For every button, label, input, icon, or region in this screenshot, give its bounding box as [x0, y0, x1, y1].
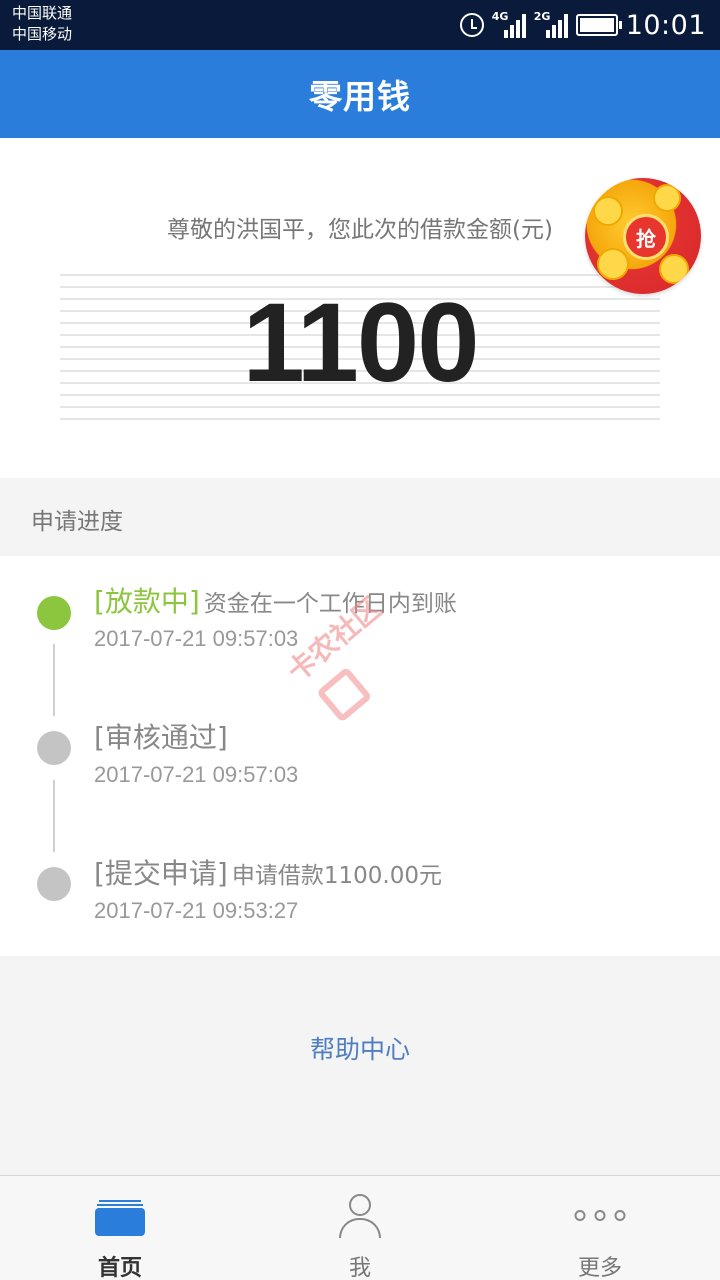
nav-label-home: 首页 [97, 1256, 142, 1280]
timeline-connector [53, 780, 55, 852]
progress-timeline: [放款中] 资金在一个工作日内到账 2017-07-21 09:57:03 [审核… [0, 556, 720, 956]
nav-item-more[interactable]: 更多 [480, 1176, 720, 1280]
status-bar: 中国联通 中国移动 4G 2G 10:01 [0, 0, 720, 50]
person-icon [337, 1194, 383, 1238]
nav-item-me[interactable]: 我 [240, 1176, 480, 1280]
loan-amount-card: 尊敬的洪国平，您此次的借款金额(元) 1100 抢 [0, 138, 720, 478]
step-status-tag: [审核通过] [94, 721, 228, 754]
carrier-1: 中国联通 [12, 4, 73, 22]
timeline-dot-active [37, 596, 71, 630]
timeline-step-title: [放款中] 资金在一个工作日内到账 [94, 580, 457, 620]
status-icons: 4G 2G 10:01 [459, 0, 706, 50]
alarm-icon [459, 13, 484, 37]
step-description: 申请借款1100.00元 [231, 863, 442, 889]
help-center-link[interactable]: 帮助中心 [0, 1030, 720, 1066]
step-timestamp: 2017-07-21 09:57:03 [94, 762, 299, 787]
more-icon [574, 1210, 626, 1221]
nav-label-me: 我 [348, 1256, 371, 1280]
nav-label-more: 更多 [577, 1256, 622, 1280]
grab-red-packet-button[interactable]: 抢 [585, 178, 701, 294]
step-status-tag: [放款中] [94, 585, 200, 618]
step-status-tag: [提交申请] [94, 857, 228, 890]
nav-item-home[interactable]: 首页 [0, 1176, 240, 1280]
progress-section-label: 申请进度 [31, 509, 123, 535]
signal-icon: 2G [533, 10, 568, 38]
timeline-dot [37, 731, 71, 765]
grab-badge-label: 抢 [623, 214, 669, 260]
network-type-1: 4G [491, 10, 509, 23]
step-timestamp: 2017-07-21 09:57:03 [94, 626, 299, 651]
network-type-2: 2G [533, 10, 551, 23]
bottom-nav: 首页 我 更多 [0, 1175, 720, 1280]
battery-icon [575, 14, 622, 36]
step-description: 资金在一个工作日内到账 [203, 591, 457, 617]
timeline-dot [37, 867, 71, 901]
page-title: 零用钱 [309, 77, 411, 116]
loan-amount: 1100 [242, 280, 480, 405]
carrier-2: 中国移动 [12, 25, 73, 43]
carrier-names: 中国联通 中国移动 [12, 3, 72, 45]
progress-section-header: 申请进度 [0, 478, 720, 556]
app-header: 零用钱 [0, 50, 720, 138]
home-icon [95, 1200, 145, 1236]
timeline-step-title: [提交申请] 申请借款1100.00元 [94, 852, 442, 892]
signal-icon: 4G [491, 10, 526, 38]
step-timestamp: 2017-07-21 09:53:27 [94, 898, 299, 923]
timeline-connector [53, 644, 55, 716]
timeline-step-title: [审核通过] [94, 716, 228, 756]
clock: 10:01 [625, 9, 706, 41]
